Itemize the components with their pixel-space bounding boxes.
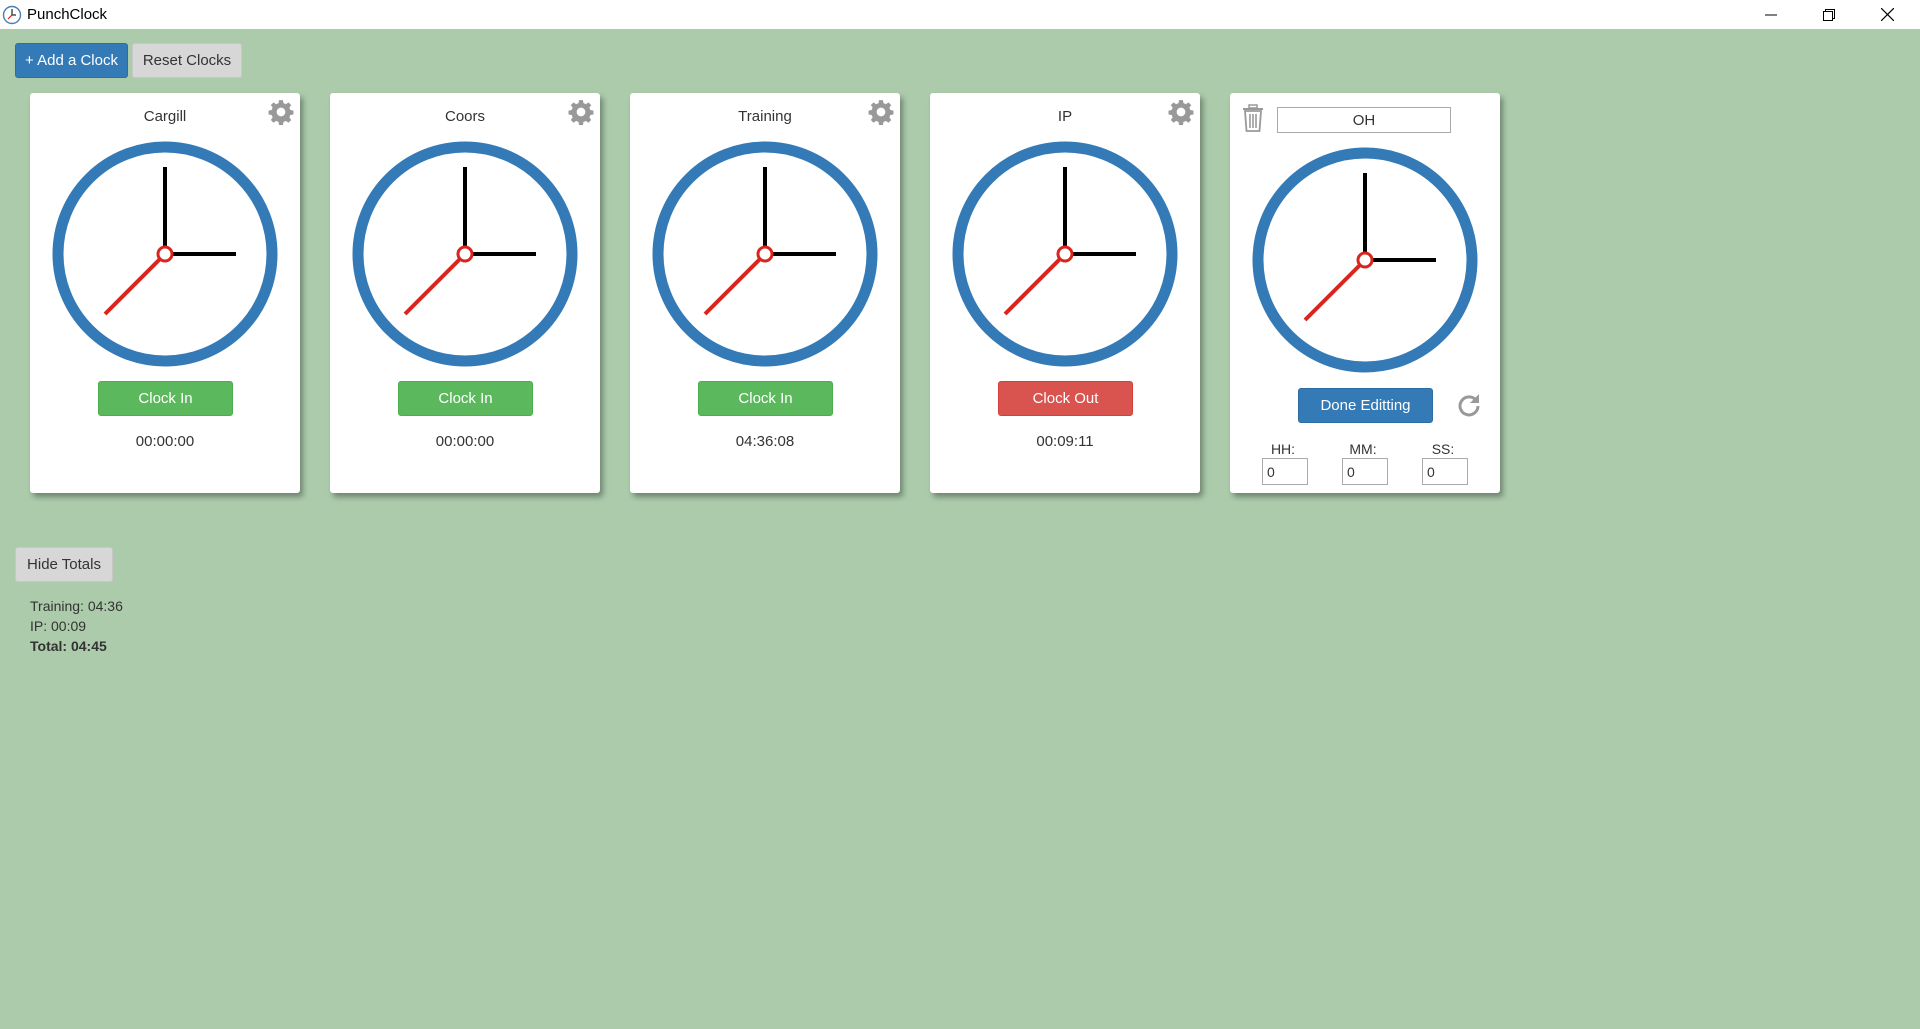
grand-total: Total: 04:45 <box>30 638 107 654</box>
clock-name: Coors <box>444 108 485 125</box>
elapsed-time: 00:00:00 <box>135 433 195 450</box>
window-title: PunchClock <box>27 6 108 23</box>
settings-gear-icon[interactable] <box>868 99 894 125</box>
restore-button[interactable] <box>1800 0 1858 29</box>
clock-card-editing: Done Editting HH: MM: SS: <box>1230 93 1500 493</box>
settings-gear-icon[interactable] <box>1168 99 1194 125</box>
hide-totals-button[interactable]: Hide Totals <box>15 547 113 582</box>
title-bar: PunchClock <box>0 0 1920 29</box>
clock-name: IP <box>1057 108 1073 125</box>
refresh-icon[interactable] <box>1454 391 1484 421</box>
hours-input[interactable] <box>1262 458 1308 485</box>
clock-name-input[interactable] <box>1277 107 1451 133</box>
restore-icon <box>1823 8 1835 21</box>
clock-card-training: Training Clock In 04:36:08 <box>630 93 900 493</box>
clock-name: Cargill <box>143 108 187 125</box>
analog-clock-icon <box>1252 147 1478 373</box>
elapsed-time: 00:09:11 <box>1036 433 1094 450</box>
close-button[interactable] <box>1858 0 1916 29</box>
seconds-input[interactable] <box>1422 458 1468 485</box>
clock-name: Training <box>738 108 792 125</box>
trash-icon[interactable] <box>1241 104 1265 132</box>
settings-gear-icon[interactable] <box>568 99 594 125</box>
elapsed-time: 00:00:00 <box>435 433 495 450</box>
total-line-ip: IP: 00:09 <box>30 618 87 634</box>
analog-clock-icon <box>652 141 878 367</box>
close-icon <box>1880 8 1894 21</box>
minutes-input[interactable] <box>1342 458 1388 485</box>
clock-in-button[interactable]: Clock In <box>698 381 833 416</box>
done-editing-button[interactable]: Done Editting <box>1298 388 1433 423</box>
total-line-training: Training: 04:36 <box>30 598 123 614</box>
clock-card-cargill: Cargill Clock In 00:00:00 <box>30 93 300 493</box>
minimize-icon <box>1765 14 1777 15</box>
elapsed-time: 04:36:08 <box>735 433 795 450</box>
clock-in-button[interactable]: Clock In <box>398 381 533 416</box>
settings-gear-icon[interactable] <box>268 99 294 125</box>
hours-label: HH: <box>1270 441 1296 457</box>
add-clock-button[interactable]: + Add a Clock <box>15 43 128 78</box>
reset-clocks-button[interactable]: Reset Clocks <box>132 43 242 78</box>
minimize-button[interactable] <box>1742 0 1800 29</box>
analog-clock-icon <box>952 141 1178 367</box>
clock-card-coors: Coors Clock In 00:00:00 <box>330 93 600 493</box>
clock-out-button[interactable]: Clock Out <box>998 381 1133 416</box>
seconds-label: SS: <box>1431 441 1455 457</box>
analog-clock-icon <box>52 141 278 367</box>
minutes-label: MM: <box>1349 441 1377 457</box>
analog-clock-icon <box>352 141 578 367</box>
clock-card-ip: IP Clock Out 00:09:11 <box>930 93 1200 493</box>
clock-app-icon <box>2 5 22 25</box>
clock-in-button[interactable]: Clock In <box>98 381 233 416</box>
